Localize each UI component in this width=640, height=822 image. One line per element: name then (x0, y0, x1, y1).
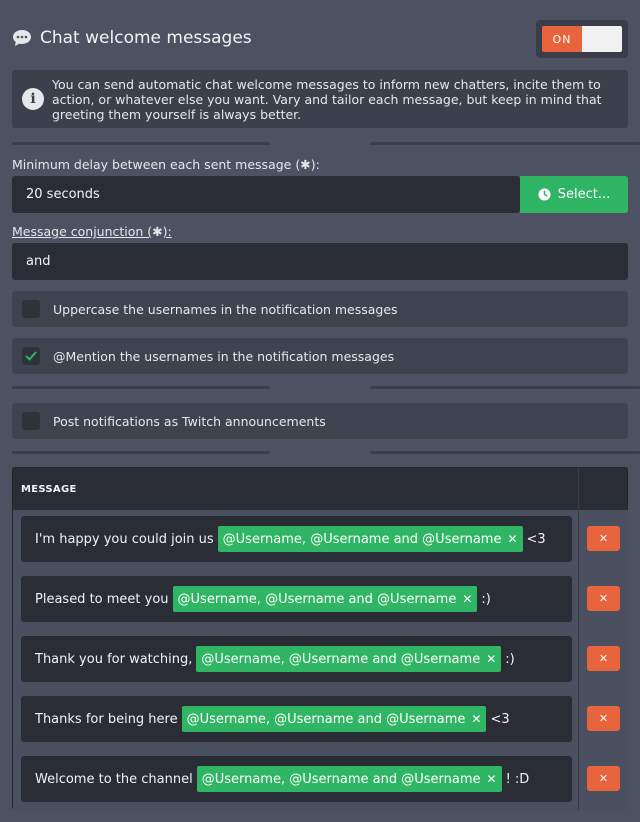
remove-tag-icon[interactable]: ✕ (462, 592, 472, 606)
message-text-after: :) (505, 651, 515, 667)
message-text-after: :) (481, 591, 491, 607)
conjunction-label: Message conjunction (✱): (12, 224, 172, 239)
mention-label: @Mention the usernames in the notificati… (53, 348, 395, 364)
page-title: Chat welcome messages (40, 28, 252, 48)
chat-bubble-icon (13, 30, 31, 46)
message-field[interactable]: Thank you for watching, @Username, @User… (21, 636, 572, 682)
tag-label: @Username, @Username and @Username (201, 651, 481, 667)
message-text-after: <3 (490, 711, 510, 727)
username-tag: @Username, @Username and @Username ✕ (217, 526, 523, 552)
message-text: Thank you for watching, (35, 651, 193, 667)
username-tag: @Username, @Username and @Username ✕ (196, 646, 502, 672)
conjunction-input[interactable]: and (12, 243, 628, 280)
mention-checkbox[interactable] (22, 347, 40, 365)
message-text: Thanks for being here (35, 711, 178, 727)
message-text: Pleased to meet you (35, 591, 169, 607)
delete-row-button[interactable]: ✕ (587, 526, 620, 551)
message-field[interactable]: Welcome to the channel @Username, @Usern… (21, 756, 572, 802)
message-text: I'm happy you could join us (35, 531, 214, 547)
announce-checkbox[interactable] (22, 412, 40, 430)
divider (370, 386, 640, 389)
remove-tag-icon[interactable]: ✕ (486, 652, 496, 666)
column-header-message: MESSAGE (13, 468, 579, 510)
toggle-on-label: ON (542, 26, 582, 52)
remove-tag-icon[interactable]: ✕ (507, 532, 517, 546)
toggle-off-side (582, 26, 622, 52)
tag-label: @Username, @Username and @Username (222, 531, 502, 547)
username-tag: @Username, @Username and @Username ✕ (172, 586, 478, 612)
uppercase-option[interactable]: Uppercase the usernames in the notificat… (12, 291, 628, 327)
clock-icon (538, 188, 551, 201)
divider (12, 451, 270, 454)
message-text-after: ! :D (505, 771, 530, 787)
delay-value: 20 seconds (26, 187, 100, 202)
tag-label: @Username, @Username and @Username (201, 771, 481, 787)
mention-option[interactable]: @Mention the usernames in the notificati… (12, 338, 628, 374)
announce-option[interactable]: Post notifications as Twitch announcemen… (12, 403, 628, 439)
divider (370, 142, 640, 145)
section-header: Chat welcome messages ON (12, 18, 628, 58)
message-field[interactable]: Thanks for being here @Username, @Userna… (21, 696, 572, 742)
message-text: Welcome to the channel (35, 771, 193, 787)
remove-tag-icon[interactable]: ✕ (487, 772, 497, 786)
message-field[interactable]: I'm happy you could join us @Username, @… (21, 516, 572, 562)
username-tag: @Username, @Username and @Username ✕ (181, 706, 487, 732)
divider (370, 451, 640, 454)
message-text-after: <3 (526, 531, 546, 547)
tag-label: @Username, @Username and @Username (186, 711, 466, 727)
info-icon: i (22, 88, 44, 110)
announce-label: Post notifications as Twitch announcemen… (53, 413, 326, 429)
feature-toggle[interactable]: ON (536, 20, 628, 58)
conjunction-value: and (26, 254, 51, 269)
uppercase-checkbox[interactable] (22, 300, 40, 318)
message-field[interactable]: Pleased to meet you @Username, @Username… (21, 576, 572, 622)
delete-row-button[interactable]: ✕ (587, 646, 620, 671)
divider (12, 142, 270, 145)
info-box: i You can send automatic chat welcome me… (12, 70, 628, 128)
select-delay-button[interactable]: Select... (520, 176, 628, 213)
delete-row-button[interactable]: ✕ (587, 766, 620, 791)
select-label: Select... (557, 187, 611, 202)
delay-label: Minimum delay between each sent message … (12, 157, 320, 172)
delete-row-button[interactable]: ✕ (587, 586, 620, 611)
remove-tag-icon[interactable]: ✕ (471, 712, 481, 726)
delay-input[interactable]: 20 seconds (12, 176, 520, 213)
checkmark-icon (25, 351, 37, 361)
messages-table: MESSAGE I'm happy you could join us @Use… (12, 467, 628, 810)
username-tag: @Username, @Username and @Username ✕ (196, 766, 502, 792)
tag-label: @Username, @Username and @Username (177, 591, 457, 607)
divider (12, 386, 270, 389)
delete-row-button[interactable]: ✕ (587, 706, 620, 731)
info-text: You can send automatic chat welcome mess… (52, 76, 602, 122)
uppercase-label: Uppercase the usernames in the notificat… (53, 301, 398, 317)
column-header-actions (579, 468, 628, 510)
